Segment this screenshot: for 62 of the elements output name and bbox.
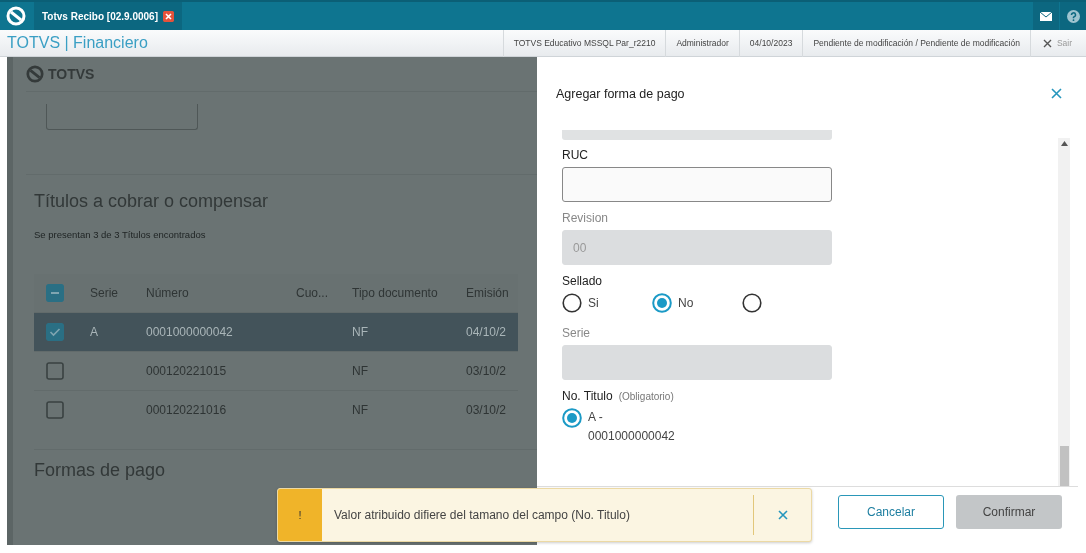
- radio-button[interactable]: [652, 293, 672, 313]
- close-icon[interactable]: [1051, 88, 1062, 99]
- session-info: 04/10/2023: [738, 29, 803, 57]
- dialog-button[interactable]: Cancelar: [838, 495, 944, 529]
- radio-button[interactable]: [562, 293, 582, 313]
- field-label: No. Titulo: [562, 389, 613, 403]
- scrollbar[interactable]: [1058, 138, 1070, 486]
- window-title: Totvs Recibo [02.9.0006]: [42, 10, 158, 22]
- field-label: Serie: [562, 326, 590, 340]
- table-cell: NF: [352, 325, 368, 339]
- table-cell: NF: [352, 364, 368, 378]
- app-logo-icon: [6, 6, 26, 26]
- radio-label: Si: [588, 296, 599, 310]
- toast-message: Valor atribuido difiere del tamano del campo (No. Titulo): [334, 508, 630, 522]
- table-cell: 000120221016: [146, 403, 227, 417]
- input-field[interactable]: [562, 130, 832, 140]
- close-icon: [1042, 38, 1052, 48]
- table-cell: NF: [352, 403, 368, 417]
- scroll-thumb[interactable]: [1059, 446, 1069, 486]
- mail-icon[interactable]: [1040, 11, 1052, 21]
- field-hint: (Obligatorio): [618, 391, 674, 402]
- table-cell: A: [90, 325, 98, 339]
- section-title: Formas de pago: [34, 460, 166, 480]
- table-cell: 0001000000042: [146, 325, 233, 339]
- radio-button[interactable]: [562, 408, 582, 428]
- table-cell: 03/10/2: [466, 364, 507, 378]
- session-info: TOTVS Educativo MSSQL Par_r2210: [502, 29, 666, 57]
- column-header[interactable]: Serie: [90, 286, 118, 300]
- scroll-up-icon[interactable]: [1060, 141, 1068, 146]
- input-field[interactable]: [562, 167, 832, 202]
- table-cell: 000120221015: [146, 364, 227, 378]
- section-title: Títulos a cobrar o compensar: [34, 191, 270, 212]
- results-summary: Se presentan 3 de 3 Títulos encontrados: [34, 229, 207, 240]
- session-info: Administrador: [665, 29, 739, 57]
- column-header[interactable]: Número: [146, 286, 189, 300]
- column-header[interactable]: Emisión: [466, 286, 509, 300]
- column-header[interactable]: Tipo documento: [352, 286, 438, 300]
- field-label: Revision: [562, 211, 609, 225]
- radio-label: A - 0001000000042: [588, 409, 676, 445]
- row-checkbox[interactable]: [46, 362, 64, 380]
- close-icon[interactable]: [163, 10, 174, 22]
- close-icon[interactable]: [777, 510, 788, 520]
- field-label: RUC: [562, 148, 588, 162]
- row-checkbox[interactable]: [46, 323, 64, 341]
- radio-button[interactable]: [742, 293, 762, 313]
- window-tab[interactable]: Totvs Recibo [02.9.0006]: [34, 2, 182, 30]
- dialog-title: Agregar forma de pago: [556, 86, 685, 101]
- select-all-checkbox[interactable]: [46, 284, 64, 302]
- toast-badge: !: [278, 489, 322, 541]
- app-title: TOTVS | Financiero: [7, 34, 149, 52]
- field-label: Sellado: [562, 274, 603, 288]
- table-cell: 03/10/2: [466, 403, 507, 417]
- row-checkbox[interactable]: [46, 401, 64, 419]
- table-cell: 04/10/2: [466, 325, 507, 339]
- session-info: Pendiente de modificación / Pendiente de modificación: [802, 29, 1030, 57]
- logo-icon: [26, 65, 44, 83]
- logo-text: TOTVS: [48, 66, 95, 82]
- help-icon[interactable]: [1066, 9, 1080, 23]
- column-header[interactable]: Cuo...: [296, 286, 328, 300]
- exit-button[interactable]: Sair: [1029, 29, 1086, 57]
- radio-label: No: [678, 296, 694, 310]
- input-field[interactable]: [46, 104, 198, 130]
